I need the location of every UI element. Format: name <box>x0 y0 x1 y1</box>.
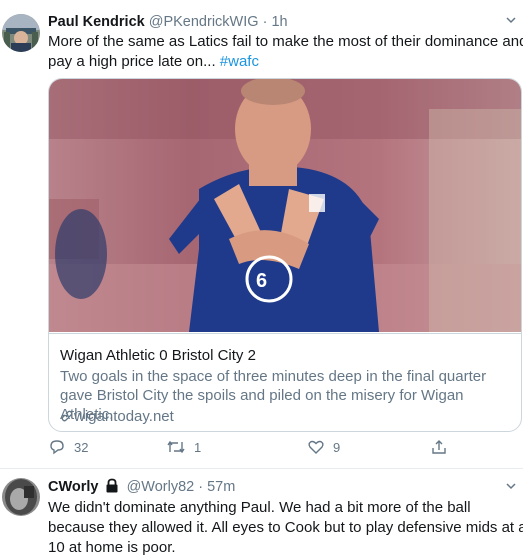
tweet-header: CWorly @Worly82 · 57m <box>48 478 235 499</box>
share-icon <box>430 438 448 456</box>
card-link-domain: wigantoday.net <box>74 408 174 425</box>
chevron-down-icon[interactable] <box>505 14 517 29</box>
action-bar: 32 1 9 <box>48 438 520 462</box>
like-button[interactable]: 9 <box>307 438 340 456</box>
tweet-text: More of the same as Latics fail to make … <box>48 32 523 72</box>
svg-text:6: 6 <box>256 270 267 292</box>
tweet-text: We didn't dominate anything Paul. We had… <box>48 499 523 556</box>
avatar[interactable] <box>2 478 40 516</box>
timestamp[interactable]: 57m <box>207 479 235 495</box>
author-handle[interactable]: @PKendrickWIG <box>149 14 259 30</box>
retweet-button[interactable]: 1 <box>166 438 201 456</box>
avatar[interactable] <box>2 14 40 52</box>
tweet-header: Paul Kendrick @PKendrickWIG · 1h <box>48 13 288 32</box>
link-card[interactable]: 6 Wigan Athletic 0 Bristol City 2 Two go… <box>48 78 522 432</box>
hashtag-link[interactable]: #wafc <box>220 53 259 70</box>
card-image: 6 <box>49 79 521 332</box>
share-button[interactable] <box>430 438 448 456</box>
reply-button[interactable]: 32 <box>48 438 88 456</box>
card-body[interactable]: Wigan Athletic 0 Bristol City 2 Two goal… <box>49 333 521 431</box>
link-icon <box>60 409 74 428</box>
retweet-count: 1 <box>194 439 202 455</box>
reply-icon <box>48 438 66 456</box>
author-handle[interactable]: @Worly82 <box>127 479 195 495</box>
heart-icon <box>307 438 325 456</box>
reply-count: 32 <box>74 439 89 455</box>
author-name[interactable]: Paul Kendrick <box>48 14 145 30</box>
separator: · <box>198 479 204 495</box>
card-title: Wigan Athletic 0 Bristol City 2 <box>60 347 256 364</box>
chevron-down-icon[interactable] <box>505 480 517 495</box>
tweet[interactable]: Paul Kendrick @PKendrickWIG · 1h More of… <box>0 0 523 469</box>
card-link[interactable]: wigantoday.net <box>60 407 174 428</box>
timestamp[interactable]: 1h <box>271 14 287 30</box>
lock-icon <box>105 478 119 499</box>
tweet-body: More of the same as Latics fail to make … <box>48 33 523 70</box>
author-name[interactable]: CWorly <box>48 479 99 495</box>
retweet-icon <box>166 438 186 456</box>
separator: · <box>262 14 268 30</box>
like-count: 9 <box>333 439 341 455</box>
